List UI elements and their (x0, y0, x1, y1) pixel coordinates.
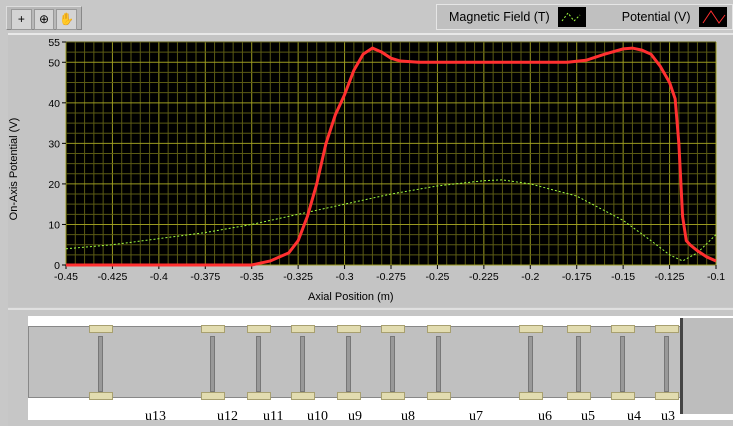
electrode-label: u9 (348, 409, 362, 424)
waveform-graph: -0.45 -0.425 -0.4 -0.375 -0.35 -0.325 -0.3 -0.2… (8, 33, 733, 307)
electrode-label: u11 (263, 409, 284, 424)
electrode-label: u13 (145, 409, 166, 424)
electrode-clamp (611, 392, 635, 400)
electrode-clamp (337, 325, 361, 333)
electrode-clamp (611, 325, 635, 333)
y-tick-label: 0 (54, 260, 60, 272)
electrode-label: u3 (661, 409, 675, 424)
y-tick-label: 10 (48, 219, 60, 231)
x-tick-label: -0.2 (521, 271, 539, 283)
x-tick-label: -0.375 (190, 271, 220, 283)
electrode-gap (528, 336, 533, 392)
electrode-gap (436, 336, 441, 392)
y-tick-label: 40 (48, 98, 60, 110)
electrode-gap (346, 336, 351, 392)
x-tick-label: -0.4 (150, 271, 168, 283)
electrode-label: u8 (401, 409, 415, 424)
electrode-clamp (655, 392, 679, 400)
electrode-label: u4 (627, 409, 641, 424)
y-tick-label: 50 (48, 57, 60, 69)
electrode-clamp (381, 392, 405, 400)
x-tick-label: -0.3 (336, 271, 354, 283)
electrode-clamp (519, 325, 543, 333)
electrode-gap (256, 336, 261, 392)
graph-palette: + ⊕ ✋ (6, 6, 82, 30)
electrode-gap (300, 336, 305, 392)
electrode-gap (210, 336, 215, 392)
y-tick-label: 55 (48, 37, 60, 49)
electrode-gap (620, 336, 625, 392)
cursor-crosshair-icon[interactable]: + (11, 9, 32, 30)
electrode-clamp (247, 325, 271, 333)
x-tick-label: -0.325 (283, 271, 313, 283)
x-tick-label: -0.1 (707, 271, 725, 283)
electrode-clamp (655, 325, 679, 333)
electrode-clamp (89, 392, 113, 400)
electrode-clamp (427, 325, 451, 333)
electrode-gap (98, 336, 103, 392)
x-tick-label: -0.275 (376, 271, 406, 283)
electrode-gap (390, 336, 395, 392)
electrode-label: u7 (469, 409, 483, 424)
zoom-icon[interactable]: ⊕ (33, 9, 55, 30)
electrode-clamp (567, 392, 591, 400)
electrode-diagram: u13 u12 u11 u10 u9 u8 u7 u6 u5 u4 u3 (28, 316, 733, 424)
electrode-label: u6 (538, 409, 552, 424)
y-tick-label: 20 (48, 179, 60, 191)
x-tick-label: -0.225 (469, 271, 499, 283)
electrode-clamp (291, 325, 315, 333)
electrode-diagram-panel: u13 u12 u11 u10 u9 u8 u7 u6 u5 u4 u3 (8, 308, 733, 426)
x-tick-label: -0.15 (611, 271, 635, 283)
electrode-clamp (381, 325, 405, 333)
x-tick-label: -0.125 (655, 271, 685, 283)
end-cap (680, 318, 733, 414)
y-axis-label: On-Axis Potential (V) (8, 117, 20, 221)
legend-swatch-magnetic[interactable] (557, 7, 586, 27)
x-tick-label: -0.425 (98, 271, 128, 283)
electrode-gap (576, 336, 581, 392)
electrode-clamp (201, 325, 225, 333)
x-axis-label: Axial Position (m) (308, 291, 394, 303)
electrode-label: u10 (307, 409, 328, 424)
electrode-label: u5 (581, 409, 595, 424)
x-tick-label: -0.45 (54, 271, 78, 283)
pan-hand-icon[interactable]: ✋ (56, 9, 78, 30)
legend-swatch-potential[interactable] (698, 7, 727, 27)
electrode-clamp (89, 325, 113, 333)
electrode-clamp (567, 325, 591, 333)
legend-potential: Potential (V) (621, 10, 691, 24)
electrode-clamp (337, 392, 361, 400)
x-tick-label: -0.175 (562, 271, 592, 283)
x-tick-label: -0.35 (240, 271, 264, 283)
electrode-clamp (247, 392, 271, 400)
legend-magnetic-field: Magnetic Field (T) (449, 10, 550, 24)
electrode-tube (28, 326, 682, 398)
plot-legend: Magnetic Field (T) Potential (V) (436, 4, 733, 30)
electrode-gap (664, 336, 669, 392)
electrode-clamp (427, 392, 451, 400)
y-tick-label: 30 (48, 138, 60, 150)
electrode-clamp (291, 392, 315, 400)
electrode-label: u12 (217, 409, 238, 424)
electrode-clamp (201, 392, 225, 400)
x-tick-label: -0.25 (425, 271, 449, 283)
electrode-clamp (519, 392, 543, 400)
plot-svg[interactable]: -0.45 -0.425 -0.4 -0.375 -0.35 -0.325 -0.3 -0.2… (8, 35, 733, 307)
